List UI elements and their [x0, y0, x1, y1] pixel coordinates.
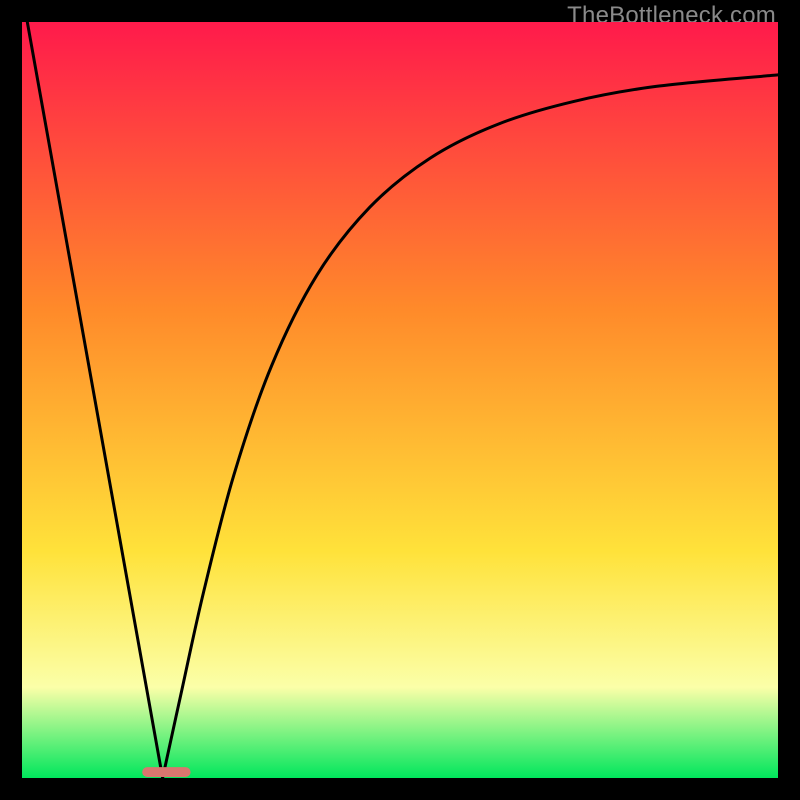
- notch-marker: [142, 767, 190, 777]
- gradient-background: [22, 22, 778, 778]
- chart-frame: TheBottleneck.com: [0, 0, 800, 800]
- plot-area: [22, 22, 778, 778]
- chart-svg: [22, 22, 778, 778]
